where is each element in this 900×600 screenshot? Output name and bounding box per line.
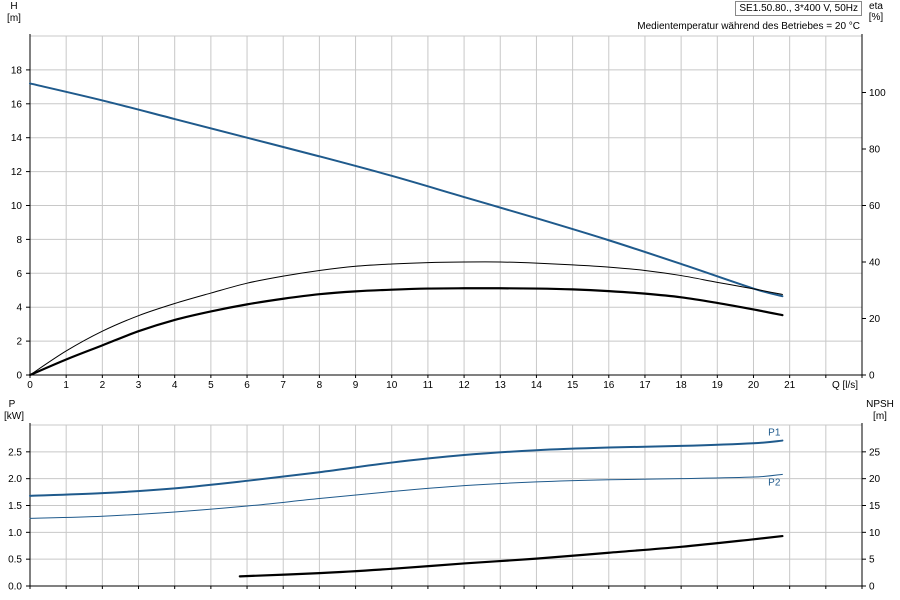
x-tick-label: 18 xyxy=(676,380,688,391)
pump-curve-chart: 0246810121416180204060801000 1 2 3 4 5 6 7 8 9 10 1… xyxy=(4,1,894,593)
x-tick-label: 7 xyxy=(280,380,286,391)
y-axis-label-left: H xyxy=(10,1,17,12)
x-tick-label: 6 xyxy=(244,380,250,391)
bottom-series: P1 P2 xyxy=(29,428,784,578)
bottom-right-tick-label: 25 xyxy=(869,447,881,458)
y-axis-unit-right: [%] xyxy=(869,12,884,23)
bottom-right-tick-label: 15 xyxy=(869,501,881,512)
x-axis-label: Q [l/s] xyxy=(832,380,858,391)
top-series-3-line xyxy=(28,287,784,377)
top-right-tick-label: 40 xyxy=(869,258,881,269)
top-left-tick-label: 2 xyxy=(16,337,22,348)
x-tick-label: 17 xyxy=(639,380,651,391)
x-tick-label: 5 xyxy=(208,380,214,391)
top-left-tick-label: 18 xyxy=(11,65,23,76)
x-tick-label: 1 xyxy=(63,380,69,391)
top-left-tick-label: 4 xyxy=(16,303,22,314)
x-tick-label: 15 xyxy=(567,380,579,391)
npsh-axis-unit: [m] xyxy=(873,411,887,422)
top-left-tick-label: 10 xyxy=(11,201,23,212)
x-tick-label: 20 xyxy=(748,380,760,391)
top-series xyxy=(28,82,784,377)
top-series-1-line xyxy=(29,82,784,298)
top-left-tick-label: 16 xyxy=(11,99,23,110)
y-axis-label-right: eta xyxy=(869,1,883,12)
bottom-right-tick-label: 20 xyxy=(869,474,881,485)
y-axis-unit-left: [m] xyxy=(7,13,21,24)
top-grid xyxy=(29,35,863,376)
top-right-tick-label: 80 xyxy=(869,145,881,156)
x-tick-label: 4 xyxy=(172,380,178,391)
x-tick-label: 0 xyxy=(27,380,33,391)
top-left-tick-label: 0 xyxy=(16,371,22,382)
x-tick-label: 13 xyxy=(495,380,507,391)
top-left-tick-label: 14 xyxy=(11,133,23,144)
bottom-axes: 0.0 0.5 1.0 1.5 2.0 2.5 0 5 10 15 20 25 P[kW] NPSH[m] xyxy=(4,399,894,593)
bottom-left-tick-label: 1.5 xyxy=(8,501,22,512)
top-right-tick-label: 60 xyxy=(869,201,881,212)
top-right-tick-label: 0 xyxy=(869,371,875,382)
bottom-series-p1-line xyxy=(29,439,784,497)
top-right-tick-label: 100 xyxy=(869,88,886,99)
bottom-right-tick-label: 10 xyxy=(869,528,881,539)
top-left-tick-label: 6 xyxy=(16,269,22,280)
x-tick-label: 14 xyxy=(531,380,543,391)
pump-model-label: SE1.50.80., 3*400 V, 50Hz xyxy=(735,1,862,16)
bottom-left-tick-label: 1.0 xyxy=(8,528,22,539)
npsh-axis-label: NPSH xyxy=(866,399,894,410)
top-series-2-line xyxy=(29,261,783,376)
x-tick-label: 12 xyxy=(459,380,471,391)
bottom-left-tick-label: 2.5 xyxy=(8,447,22,458)
bottom-series-3-line xyxy=(238,534,784,578)
bottom-left-tick-label: 0.0 xyxy=(8,582,22,593)
top-right-tick-label: 20 xyxy=(869,314,881,325)
temperature-note: Medientemperatur während des Betriebes =… xyxy=(637,21,860,32)
x-tick-label: 21 xyxy=(784,380,796,391)
top-left-tick-label: 12 xyxy=(11,167,23,178)
bottom-series-p2-label: P2 xyxy=(768,477,781,488)
p-axis-unit: [kW] xyxy=(4,411,24,422)
bottom-right-tick-label: 5 xyxy=(869,555,875,566)
top-left-tick-label: 8 xyxy=(16,235,22,246)
x-tick-label: 8 xyxy=(317,380,323,391)
x-tick-label: 10 xyxy=(386,380,398,391)
bottom-left-tick-label: 0.5 xyxy=(8,555,22,566)
bottom-right-tick-label: 0 xyxy=(869,582,875,593)
x-tick-label: 11 xyxy=(423,380,434,391)
x-tick-label: 2 xyxy=(100,380,106,391)
bottom-series-p2-line xyxy=(29,473,783,519)
bottom-grid xyxy=(29,424,863,587)
bottom-series-p1-label: P1 xyxy=(768,428,781,439)
bottom-left-tick-label: 2.0 xyxy=(8,474,22,485)
p-axis-label: P xyxy=(9,399,16,410)
x-tick-label: 19 xyxy=(712,380,724,391)
x-tick-label: 3 xyxy=(136,380,142,391)
x-tick-label: 9 xyxy=(353,380,359,391)
x-tick-label: 16 xyxy=(603,380,615,391)
